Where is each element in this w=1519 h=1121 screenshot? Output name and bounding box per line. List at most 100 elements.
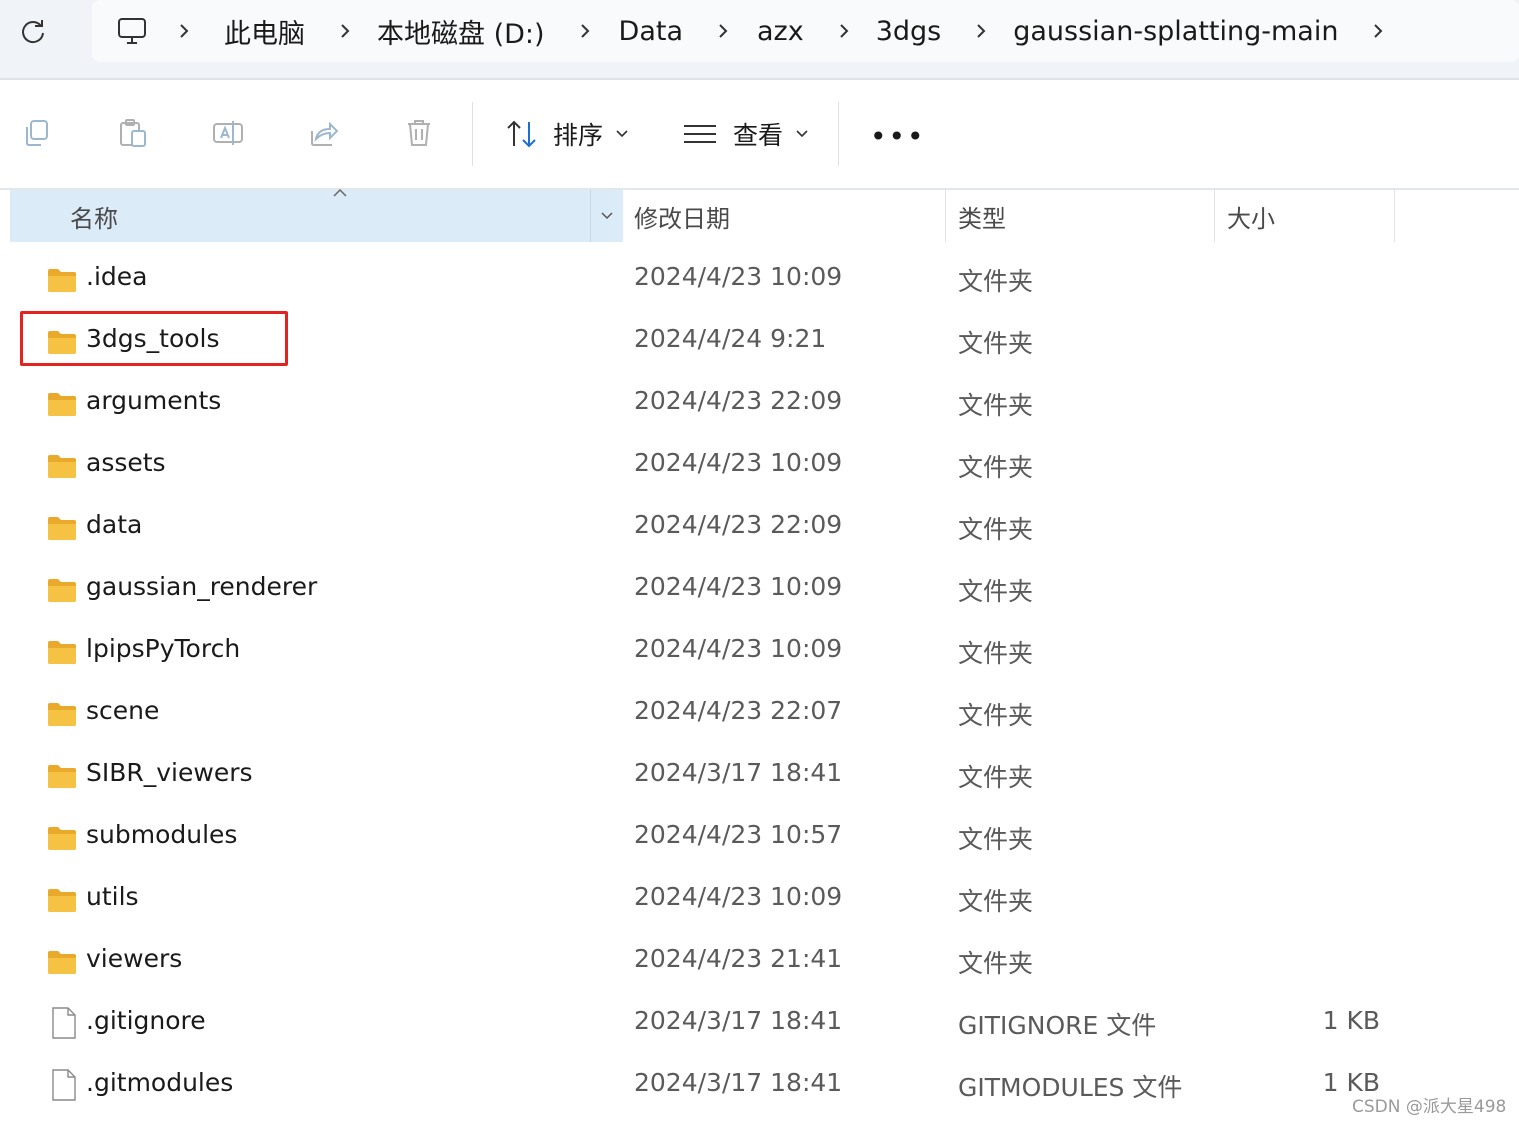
table-row[interactable]: data 2024/4/23 22:09 文件夹 (0, 498, 1519, 560)
modified-date: 2024/4/23 10:09 (634, 634, 843, 663)
breadcrumb-item-azx[interactable]: azx (757, 16, 804, 47)
chevron-right-icon[interactable] (971, 22, 991, 40)
share-icon (311, 121, 339, 146)
table-row[interactable]: .gitmodules 2024/3/17 18:41 GITMODULES 文件 1… (0, 1056, 1519, 1118)
column-header-name[interactable]: 名称 (10, 190, 590, 242)
modified-date: 2024/4/24 9:21 (634, 324, 827, 353)
file-name[interactable]: viewers (86, 944, 182, 973)
rename-button[interactable] (211, 116, 245, 150)
table-row[interactable]: submodules 2024/4/23 10:57 文件夹 (0, 808, 1519, 870)
address-bar-region: 此电脑 本地磁盘 (D:) Data azx 3dgs gaussian-spl… (0, 0, 1519, 80)
file-type: GITMODULES 文件 (958, 1073, 1183, 1102)
folder-icon (47, 887, 77, 913)
table-row[interactable]: assets 2024/4/23 10:09 文件夹 (0, 436, 1519, 498)
file-type: 文件夹 (958, 577, 1034, 606)
modified-date: 2024/4/23 10:57 (634, 820, 843, 849)
breadcrumb-item-gaussian-splatting-main[interactable]: gaussian-splatting-main (1013, 16, 1338, 47)
file-icon (49, 1007, 79, 1039)
file-name[interactable]: arguments (86, 386, 221, 415)
sort-icon (507, 120, 536, 148)
copy-button[interactable] (20, 116, 54, 150)
folder-icon (47, 825, 77, 851)
folder-icon (47, 639, 77, 665)
breadcrumb-item-this-pc[interactable]: 此电脑 (224, 12, 305, 51)
modified-date: 2024/4/23 10:09 (634, 448, 843, 477)
chevron-right-icon[interactable] (713, 22, 733, 40)
column-header-name-label: 名称 (70, 204, 118, 233)
column-header: 名称 修改日期 类型 大小 (10, 188, 1510, 242)
table-row[interactable]: arguments 2024/4/23 22:09 文件夹 (0, 374, 1519, 436)
file-name[interactable]: gaussian_renderer (86, 572, 317, 601)
file-name[interactable]: SIBR_viewers (86, 758, 253, 787)
modified-date: 2024/4/23 10:09 (634, 262, 843, 291)
file-type: 文件夹 (958, 267, 1034, 296)
column-divider[interactable] (1214, 190, 1215, 242)
file-name[interactable]: lpipsPyTorch (86, 634, 240, 663)
breadcrumb-item-data[interactable]: Data (619, 16, 683, 47)
refresh-button[interactable] (14, 14, 52, 50)
highlight-box (20, 311, 288, 366)
chevron-right-icon[interactable] (834, 22, 854, 40)
file-name[interactable]: .gitmodules (86, 1068, 233, 1097)
file-name[interactable]: data (86, 510, 142, 539)
file-type: GITIGNORE 文件 (958, 1011, 1157, 1040)
table-row[interactable]: SIBR_viewers 2024/3/17 18:41 文件夹 (0, 746, 1519, 808)
file-type: 文件夹 (958, 391, 1034, 420)
copy-icon (26, 120, 48, 146)
folder-icon (47, 391, 77, 417)
delete-button[interactable] (402, 116, 436, 150)
file-name[interactable]: scene (86, 696, 159, 725)
folder-icon (47, 267, 77, 293)
computer-icon[interactable] (116, 14, 150, 48)
column-header-size-label: 大小 (1227, 204, 1275, 233)
paste-button[interactable] (116, 116, 150, 150)
file-name[interactable]: .idea (86, 262, 147, 291)
column-divider[interactable] (945, 190, 946, 242)
chevron-right-icon[interactable] (335, 22, 355, 40)
file-name[interactable]: utils (86, 882, 139, 911)
file-name[interactable]: assets (86, 448, 166, 477)
table-row[interactable]: .idea 2024/4/23 10:09 文件夹 (0, 250, 1519, 312)
folder-icon (47, 949, 77, 975)
file-type: 文件夹 (958, 515, 1034, 544)
file-name[interactable]: submodules (86, 820, 237, 849)
toolbar-divider (472, 102, 473, 166)
chevron-right-icon[interactable] (174, 22, 194, 40)
modified-date: 2024/4/23 22:07 (634, 696, 843, 725)
folder-icon (47, 515, 77, 541)
folder-icon (47, 577, 77, 603)
rename-icon (213, 121, 243, 145)
modified-date: 2024/3/17 18:41 (634, 1068, 843, 1097)
chevron-right-icon[interactable] (575, 22, 595, 40)
chevron-right-icon[interactable] (1368, 22, 1388, 40)
table-row[interactable]: .gitignore 2024/3/17 18:41 GITIGNORE 文件 1 K… (0, 994, 1519, 1056)
file-name[interactable]: .gitignore (86, 1006, 206, 1035)
view-button[interactable]: 查看 (683, 110, 809, 158)
column-header-size[interactable]: 大小 (1227, 190, 1275, 242)
sort-button[interactable]: 排序 (505, 110, 629, 158)
view-label: 查看 (733, 121, 784, 150)
modified-date: 2024/4/23 21:41 (634, 944, 843, 973)
breadcrumb-item-3dgs[interactable]: 3dgs (876, 16, 942, 47)
file-type: 文件夹 (958, 639, 1034, 668)
column-header-date[interactable]: 修改日期 (634, 190, 730, 242)
table-row[interactable]: lpipsPyTorch 2024/4/23 10:09 文件夹 (0, 622, 1519, 684)
share-button[interactable] (307, 116, 341, 150)
chevron-down-icon (601, 212, 613, 220)
table-row[interactable]: scene 2024/4/23 22:07 文件夹 (0, 684, 1519, 746)
column-divider[interactable] (1394, 190, 1395, 242)
table-row[interactable]: utils 2024/4/23 10:09 文件夹 (0, 870, 1519, 932)
more-options-button[interactable]: ••• (870, 120, 926, 153)
column-header-type-label: 类型 (958, 204, 1006, 233)
paste-icon (120, 119, 146, 147)
table-row[interactable]: viewers 2024/4/23 21:41 文件夹 (0, 932, 1519, 994)
breadcrumb-item-disk-d[interactable]: 本地磁盘 (D:) (377, 12, 545, 51)
modified-date: 2024/3/17 18:41 (634, 1006, 843, 1035)
file-type: 文件夹 (958, 825, 1034, 854)
table-row[interactable]: gaussian_renderer 2024/4/23 10:09 文件夹 (0, 560, 1519, 622)
folder-icon (47, 701, 77, 727)
column-header-type[interactable]: 类型 (958, 190, 1006, 242)
sort-ascending-icon (333, 188, 347, 197)
modified-date: 2024/4/23 22:09 (634, 386, 843, 415)
column-filter-dropdown[interactable] (590, 190, 623, 242)
